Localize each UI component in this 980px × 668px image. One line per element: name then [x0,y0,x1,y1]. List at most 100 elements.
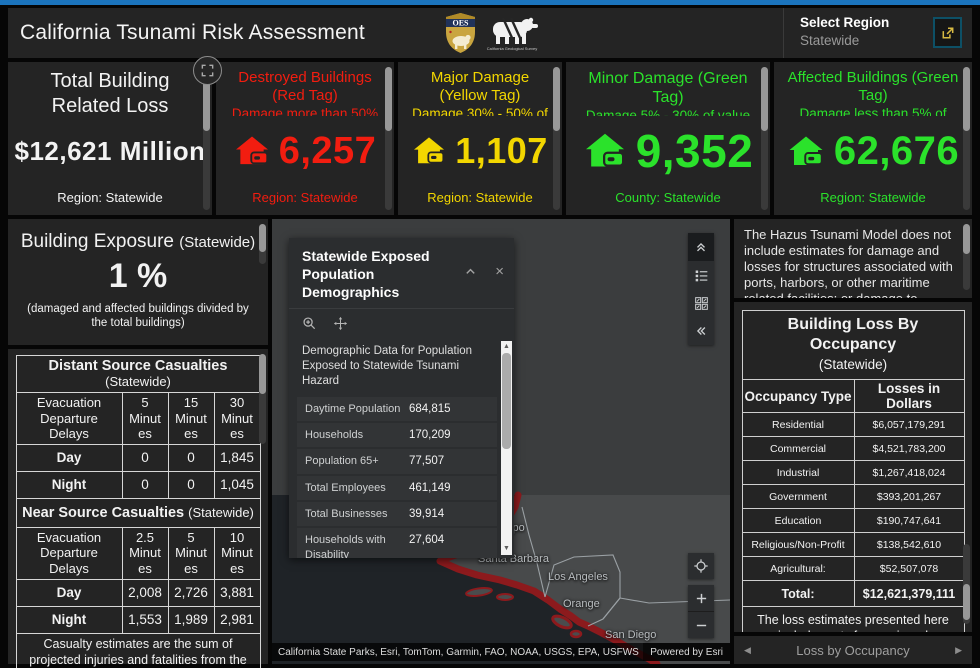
panel-scrollbar[interactable] [259,224,266,264]
city-label-orange: Orange [563,598,600,610]
kpi-value: 9,352 [636,124,754,178]
hazus-note-panel: The Hazus Tsunami Model does not include… [734,219,972,298]
popup-row: Households with Disability27,604 [297,528,497,558]
zoom-control [688,585,714,638]
popup-subtitle: Demographic Data for Population Exposed … [289,338,514,397]
kpi-title: Affected Buildings (Green Tag) [786,69,960,105]
table-row: Day 0 0 1,845 [16,444,260,471]
kpi-title: Destroyed Buildings (Red Tag) [228,69,382,105]
popup-row: Daytime Population684,815 [297,397,497,421]
popup-row: Total Employees461,149 [297,476,497,500]
city-label-san-diego: San Diego [605,629,656,641]
select-region-value[interactable]: Statewide [800,33,859,48]
zoom-in-icon [695,592,708,605]
card-scrollbar[interactable] [553,67,560,210]
table-row: Commercial$4,521,783,200 [742,437,964,461]
oes-text: OES [452,19,469,28]
panel-scrollbar[interactable] [259,354,266,444]
kpi-subtitle: Damage 30% - 50% of value [410,106,550,116]
table-row: Day 2,008 2,726 3,881 [16,579,260,606]
cal-oes-logo: OES [445,12,476,54]
kpi-subtitle: Damage more than 50% of value [228,106,382,116]
exposure-caption: (damaged and affected buildings divided … [8,302,268,331]
scroll-up-icon[interactable]: ▲ [501,342,512,352]
zoom-in-button[interactable] [688,585,714,612]
house-tag-icon [787,135,825,168]
kpi-footer: County: Statewide [566,190,770,205]
header-divider [783,8,784,58]
table-row-total: Total:$12,621,379,111 [742,581,964,607]
popup-row: Population 65+77,507 [297,449,497,473]
basemap-icon [694,296,709,311]
legend-icon [694,268,709,283]
map-tool-panel [688,233,714,345]
exposure-title: Building Exposure [21,231,174,252]
basemap-button[interactable] [688,289,714,317]
powered-by-esri[interactable]: Powered by Esri [643,643,730,661]
zoom-to-icon[interactable] [302,316,317,331]
carousel-next-icon[interactable]: ▶ [945,645,972,656]
kpi-card-total-loss: Total Building Related Loss $12,621 Mill… [8,62,212,215]
collapse-panel-button[interactable] [688,317,714,345]
col-15min: 15 Minutes [168,393,214,445]
card-scrollbar[interactable] [761,67,768,210]
map-popup: Statewide Exposed Population Demographic… [289,238,514,558]
col-10min: 10 Minutes [214,527,260,579]
legend-button[interactable] [688,261,714,289]
hazus-note-text: The Hazus Tsunami Model does not include… [734,219,972,298]
panel-scrollbar[interactable] [963,224,970,290]
card-scrollbar[interactable] [963,67,970,210]
building-loss-panel: Building Loss By Occupancy(Statewide) Oc… [734,302,972,632]
house-tag-icon [234,135,270,167]
col-5min: 5 Minutes [168,527,214,579]
map[interactable]: San Luis Obispo Santa Barbara Los Angele… [272,219,730,664]
cgs-logo: California Geological Survey [485,14,539,52]
table-row: Religious/Non-Profit$138,542,610 [742,533,964,557]
popup-scrollbar[interactable]: ▲ ▼ [501,341,512,555]
scrollbar-thumb[interactable] [502,353,511,449]
kpi-footer: Region: Statewide [398,190,562,205]
open-region-selector-button[interactable] [933,17,962,48]
browser-accent-strip [0,0,980,5]
attribution-sources: California State Parks, Esri, TomTom, Ga… [272,647,643,658]
popup-row: Total Businesses39,914 [297,502,497,526]
kpi-footer: Region: Statewide [216,190,394,205]
pan-to-icon[interactable] [333,316,348,331]
table-row: Night 0 0 1,045 [16,471,260,498]
table-row: Residential$6,057,179,291 [742,413,964,437]
kpi-card-minor-damage: Minor Damage (Green Tag) Damage 5% - 30%… [566,62,770,215]
col-occupancy-type: Occupancy Type [742,380,854,413]
zoom-out-icon [695,619,708,632]
kpi-card-affected: Affected Buildings (Green Tag) Damage le… [774,62,972,215]
expand-element-icon[interactable] [193,56,222,85]
kpi-card-major-damage: Major Damage (Yellow Tag) Damage 30% - 5… [398,62,562,215]
col-5min: 5 Minutes [122,393,168,445]
collapse-popup-icon[interactable] [464,265,477,278]
col-losses: Losses in Dollars [854,380,964,413]
table-row: Government$393,201,267 [742,485,964,509]
kpi-footer: Region: Statewide [8,190,212,205]
col-header: Evacuation Departure Delays [16,393,122,445]
dashboard: California Tsunami Risk Assessment OES [0,0,980,668]
close-icon[interactable]: × [495,264,504,279]
exposure-suffix: (Statewide) [179,234,255,251]
kpi-value: 1,107 [455,130,548,172]
table-row: Agricultural:$52,507,078 [742,557,964,581]
card-scrollbar[interactable] [203,67,210,210]
kpi-value: 6,257 [279,130,377,173]
collapse-up-button[interactable] [688,233,714,261]
kpi-footer: Region: Statewide [774,190,972,205]
carousel-label: Loss by Occupancy [796,643,909,658]
casualties-table: Distant Source Casualties (Statewide) Ev… [16,355,261,668]
kpi-title: Major Damage (Yellow Tag) [410,69,550,105]
carousel-prev-icon[interactable]: ◀ [734,645,761,656]
col-30min: 30 Minutes [214,393,260,445]
scroll-down-icon[interactable]: ▼ [501,544,512,554]
chevrons-left-icon [694,324,708,338]
locate-button[interactable] [688,553,714,579]
card-scrollbar[interactable] [385,67,392,210]
panel-scrollbar[interactable] [963,544,970,624]
near-casualties-title: Near Source Casualties (Statewide) [16,498,260,527]
zoom-out-button[interactable] [688,612,714,638]
kpi-value: $12,621 Million [14,136,205,167]
